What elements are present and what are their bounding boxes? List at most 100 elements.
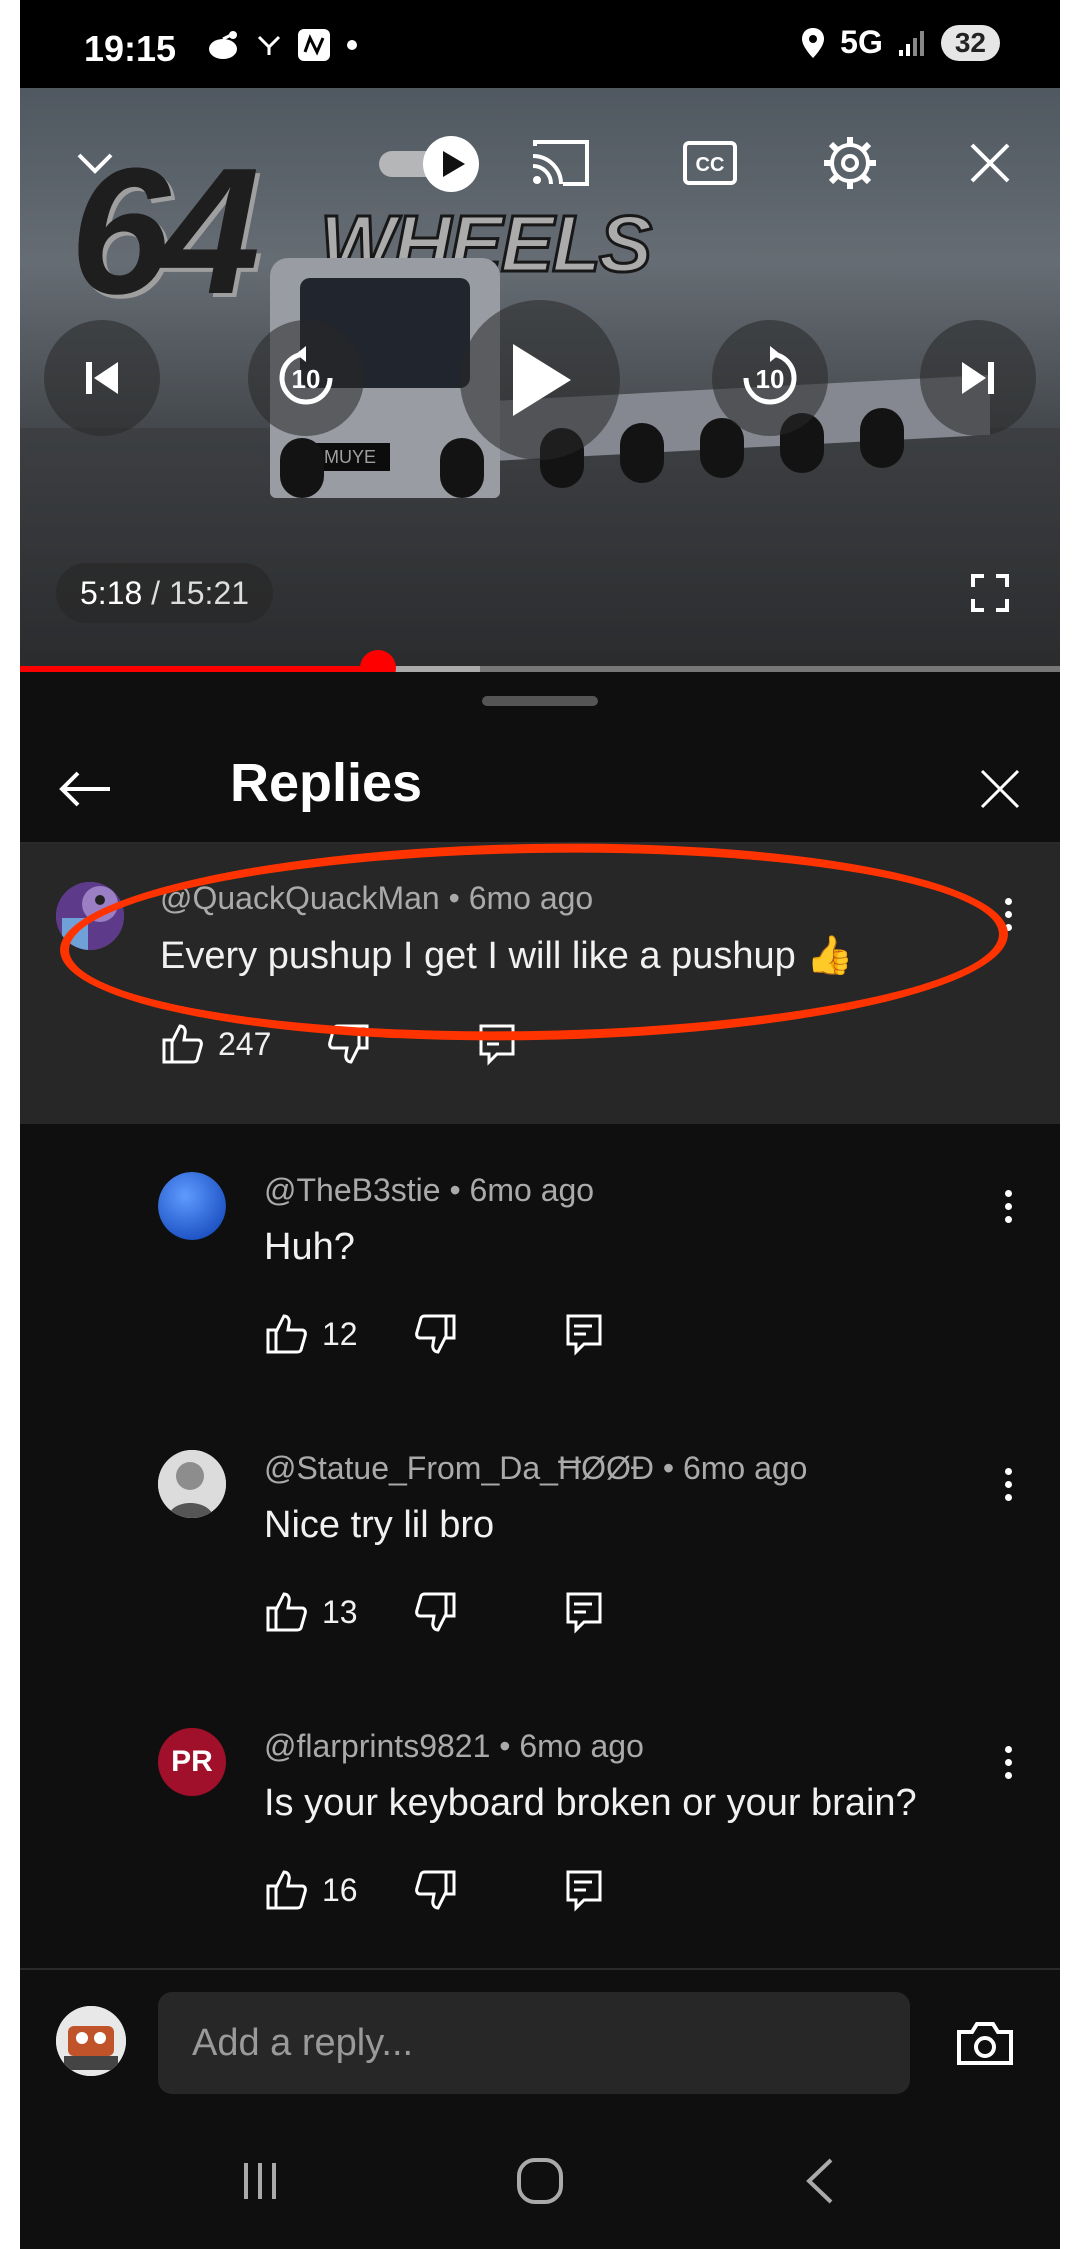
reply-input[interactable]: Add a reply... <box>158 1992 910 2094</box>
like-count: 16 <box>322 1871 358 1908</box>
avatar[interactable] <box>158 1172 226 1240</box>
forward-button[interactable]: 10 <box>712 320 828 436</box>
reply-item: @TheB3stie • 6mo ago Huh? 12 <box>20 1142 1060 1404</box>
like-button[interactable] <box>264 1312 308 1356</box>
autoplay-toggle[interactable] <box>365 128 495 198</box>
fullscreen-icon <box>971 574 1009 612</box>
duration: 15:21 <box>168 575 250 611</box>
thumbs-up-icon <box>266 1592 307 1632</box>
skip-next-icon <box>962 362 994 394</box>
comment-meta: @TheB3stie • 6mo ago <box>264 1172 595 1208</box>
comment-meta: @flarprints9821 • 6mo ago <box>264 1728 644 1764</box>
status-time: 19:15 <box>84 28 177 69</box>
close-replies-button[interactable] <box>965 754 1035 824</box>
avatar-image-icon <box>56 2006 126 2076</box>
system-back-button[interactable] <box>780 2146 860 2216</box>
time-display: 5:18 / 15:21 <box>56 563 274 623</box>
next-button[interactable] <box>920 320 1036 436</box>
reply-item: @Statue_From_Da_ĦØØĐ • 6mo ago Nice try … <box>20 1420 1060 1682</box>
avatar-image-icon <box>158 1172 226 1240</box>
phone-screen: 19:15 5G 32 64 WHEELS MUYE CC 10 10 5:18… <box>20 0 1060 2249</box>
replies-header: Replies <box>20 732 1060 844</box>
comment-icon <box>566 1314 602 1356</box>
avatar-initials: PR <box>171 1745 213 1778</box>
avatar-image-icon <box>158 1450 226 1518</box>
drag-handle[interactable] <box>482 696 598 706</box>
camera-button[interactable] <box>950 2008 1020 2078</box>
network-label: 5G <box>840 24 883 60</box>
back-icon <box>806 2158 833 2204</box>
rewind-seconds: 10 <box>292 364 321 394</box>
user-avatar[interactable] <box>56 2006 126 2076</box>
thumbs-up-icon <box>162 1024 203 1064</box>
fullscreen-button[interactable] <box>950 558 1030 628</box>
reply-button[interactable] <box>562 1312 606 1356</box>
comment-text: Is your keyboard broken or your brain? <box>264 1782 917 1824</box>
like-button[interactable] <box>264 1590 308 1634</box>
minimize-button[interactable] <box>60 128 130 198</box>
home-icon <box>517 2158 563 2204</box>
like-count: 13 <box>322 1593 358 1630</box>
comment-actions: 13 <box>264 1590 606 1634</box>
comment-icon <box>566 1870 602 1912</box>
chevron-down-icon <box>77 153 113 174</box>
captions-button[interactable]: CC <box>670 128 750 198</box>
battery-indicator: 32 <box>940 24 1000 61</box>
dislike-button[interactable] <box>414 1312 458 1356</box>
comment-author[interactable]: @flarprints9821 <box>264 1728 490 1764</box>
comment-menu-button[interactable] <box>988 1732 1028 1792</box>
comment-meta: @Statue_From_Da_ĦØØĐ • 6mo ago <box>264 1450 808 1486</box>
yc-icon <box>257 35 281 55</box>
battery-level: 32 <box>954 26 986 58</box>
back-button[interactable] <box>50 754 120 824</box>
app-icon <box>298 29 330 61</box>
reddit-icon <box>209 31 237 59</box>
autoplay-toggle-icon <box>379 136 479 192</box>
thumbs-up-icon <box>266 1314 307 1354</box>
status-right: 5G 32 <box>800 24 1000 61</box>
dislike-button[interactable] <box>414 1590 458 1634</box>
reply-button[interactable] <box>562 1868 606 1912</box>
video-player[interactable]: 64 WHEELS MUYE CC 10 10 5:18 / 15:21 <box>20 88 1060 668</box>
cast-icon <box>532 140 589 186</box>
time-separator: / <box>142 575 169 611</box>
thumbs-up-icon <box>266 1870 307 1910</box>
dislike-button[interactable] <box>414 1868 458 1912</box>
rewind-10-icon: 10 <box>279 346 333 405</box>
settings-button[interactable] <box>810 128 890 198</box>
recent-apps-icon <box>244 2163 276 2199</box>
reply-button[interactable] <box>562 1590 606 1634</box>
comment-text: Nice try lil bro <box>264 1504 495 1546</box>
like-count: 12 <box>322 1315 358 1352</box>
comment-menu-button[interactable] <box>988 1176 1028 1236</box>
svg-text:CC: CC <box>696 154 725 176</box>
forward-10-icon: 10 <box>743 346 797 405</box>
rewind-button[interactable]: 10 <box>248 320 364 436</box>
comment-menu-button[interactable] <box>988 1454 1028 1514</box>
play-button[interactable] <box>460 300 620 460</box>
avatar[interactable] <box>158 1450 226 1518</box>
close-icon <box>980 769 1020 809</box>
comment-author[interactable]: @Statue_From_Da_ĦØØĐ <box>264 1450 654 1486</box>
location-icon <box>802 27 825 58</box>
comment-author[interactable]: @TheB3stie <box>264 1172 441 1208</box>
home-button[interactable] <box>500 2146 580 2216</box>
signal-icon <box>898 30 924 56</box>
avatar[interactable]: PR <box>158 1728 226 1796</box>
comment-age: 6mo ago <box>469 1172 595 1208</box>
current-time: 5:18 <box>80 575 143 611</box>
dot-icon <box>347 40 357 50</box>
arrow-left-icon <box>59 771 110 807</box>
cast-button[interactable] <box>520 128 600 198</box>
system-nav-bar <box>20 2110 1060 2249</box>
comment-age: 6mo ago <box>682 1450 808 1486</box>
like-button[interactable] <box>160 1022 204 1066</box>
comment-age: 6mo ago <box>519 1728 644 1764</box>
like-button[interactable] <box>264 1868 308 1912</box>
thumbs-down-icon <box>414 1870 456 1910</box>
like-count: 247 <box>218 1025 272 1062</box>
close-video-button[interactable] <box>950 128 1030 198</box>
recent-apps-button[interactable] <box>220 2146 300 2216</box>
previous-button[interactable] <box>44 320 160 436</box>
comment-actions: 12 <box>264 1312 606 1356</box>
